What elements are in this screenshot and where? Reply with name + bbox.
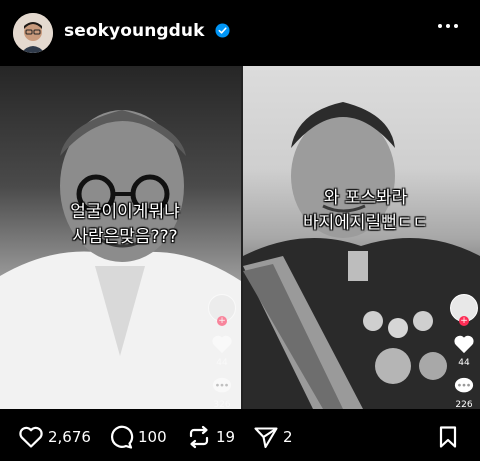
comment-bubble-icon bbox=[447, 376, 480, 399]
media-panel-left: 얼굴이이게뭐냐 사람은맞음??? + 44 326 bbox=[0, 66, 241, 409]
side-actions-left: + 44 326 bbox=[205, 294, 239, 409]
comment-count: 100 bbox=[138, 428, 167, 446]
follow-plus-icon: + bbox=[459, 316, 469, 326]
heart-icon bbox=[205, 334, 239, 357]
username-row[interactable]: seokyoungduk bbox=[64, 21, 230, 41]
share-count: 2 bbox=[283, 428, 293, 446]
repost-icon bbox=[189, 425, 209, 449]
avatar[interactable] bbox=[13, 13, 53, 53]
follow-plus-icon: + bbox=[217, 316, 227, 326]
heart-outline-icon bbox=[19, 426, 43, 448]
post-media[interactable]: 얼굴이이게뭐냐 사람은맞음??? + 44 326 와 포스봐라 바지에지릴뻔ㄷ… bbox=[0, 66, 480, 409]
username[interactable]: seokyoungduk bbox=[64, 21, 205, 41]
caption-left: 얼굴이이게뭐냐 사람은맞음??? bbox=[40, 200, 210, 250]
verified-badge-icon bbox=[215, 23, 230, 38]
caption-right: 와 포스봐라 바지에지릴뻔ㄷㄷ bbox=[278, 186, 453, 236]
caption-right-line2: 바지에지릴뻔ㄷㄷ bbox=[302, 213, 429, 233]
creator-avatar-icon: + bbox=[208, 294, 236, 326]
heart-icon bbox=[447, 334, 480, 357]
comment-icon bbox=[110, 425, 134, 449]
comment-bubble-icon bbox=[205, 376, 239, 399]
caption-right-line1: 와 포스봐라 bbox=[323, 188, 408, 208]
portrait-uniformed-man bbox=[243, 102, 480, 409]
side-actions-right: + 44 226 bbox=[447, 294, 480, 409]
post-action-bar: 2,676 100 19 2 bbox=[0, 409, 480, 461]
send-icon bbox=[254, 427, 278, 449]
side-like-count: 44 bbox=[458, 358, 470, 368]
post-header: seokyoungduk bbox=[0, 0, 480, 66]
bookmark-icon bbox=[439, 426, 457, 448]
repost-count: 19 bbox=[216, 428, 236, 446]
caption-left-line1: 얼굴이이게뭐냐 bbox=[70, 202, 180, 222]
like-count: 2,676 bbox=[48, 428, 91, 446]
side-comment-count: 226 bbox=[455, 400, 473, 409]
side-like-count: 44 bbox=[216, 358, 228, 368]
caption-left-line2: 사람은맞음??? bbox=[72, 227, 178, 247]
media-panel-right: 와 포스봐라 바지에지릴뻔ㄷㄷ + 44 226 bbox=[243, 66, 480, 409]
more-options-icon[interactable] bbox=[438, 24, 458, 30]
side-comment-count: 326 bbox=[213, 400, 231, 409]
creator-avatar-icon: + bbox=[450, 294, 478, 326]
